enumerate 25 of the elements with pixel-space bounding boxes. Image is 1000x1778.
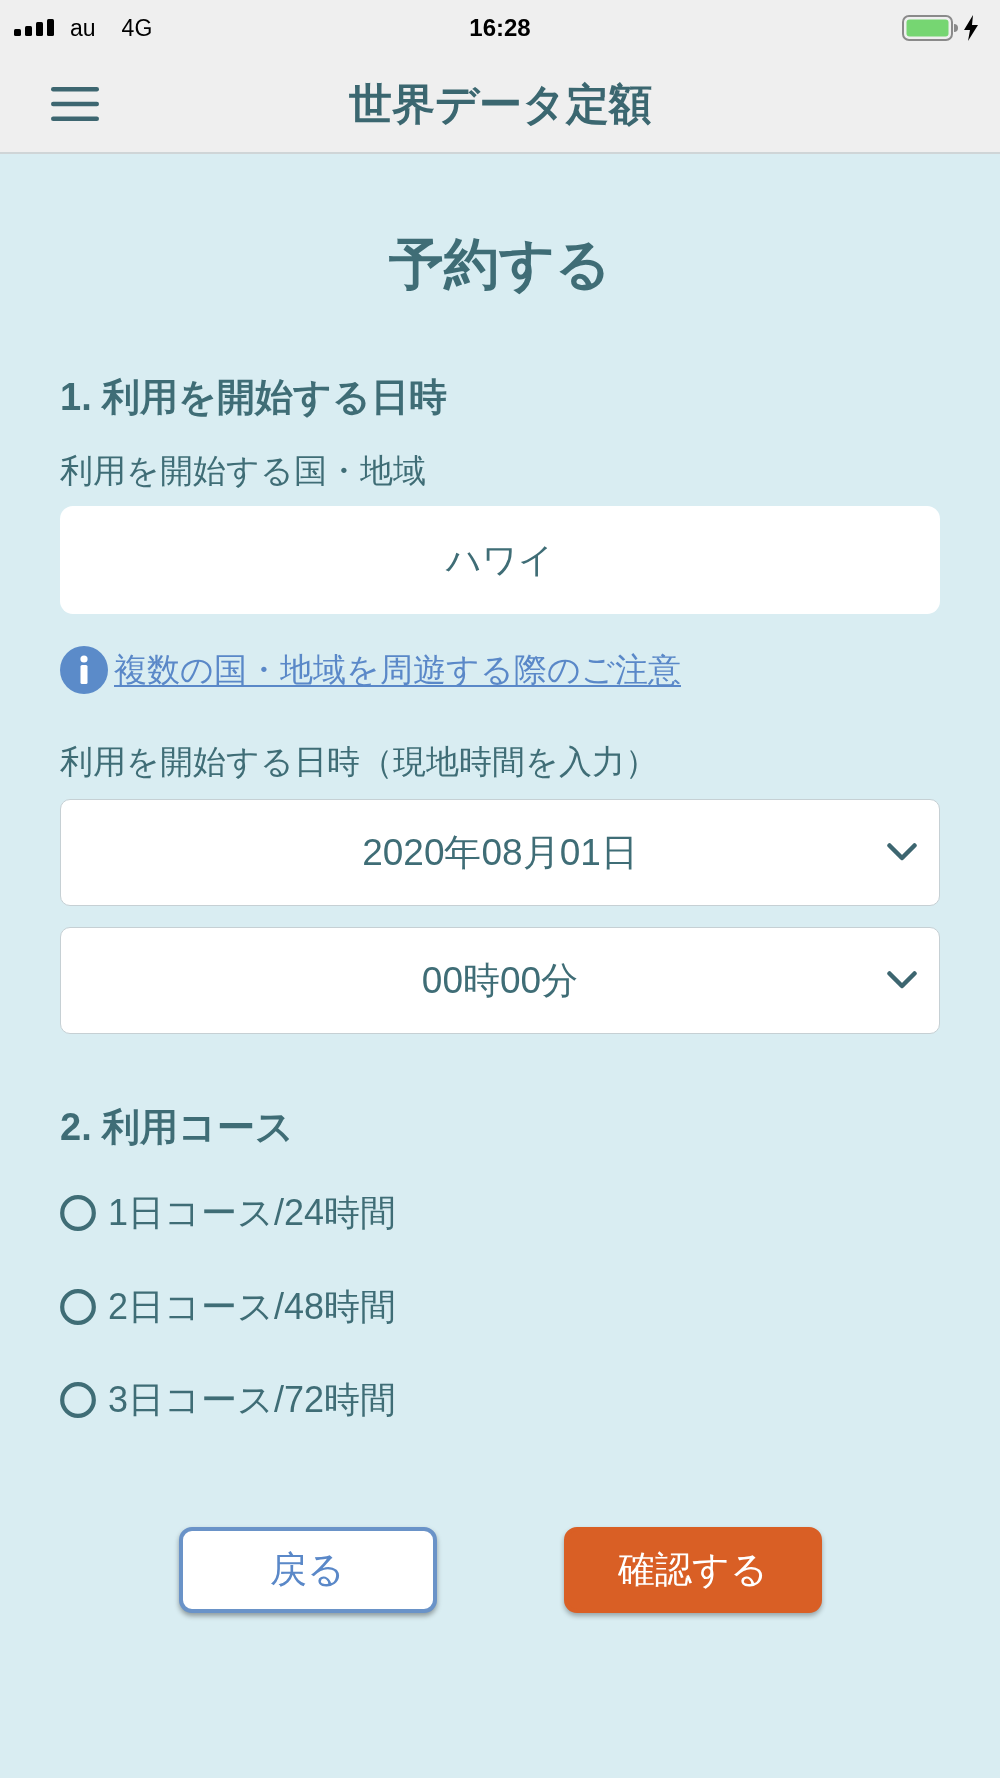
carrier-name: au bbox=[70, 13, 96, 42]
field-label: 利用を開始する国・地域 bbox=[60, 453, 427, 489]
battery-icon bbox=[902, 14, 958, 41]
network-type: 4G bbox=[121, 13, 153, 42]
menu-icon[interactable] bbox=[51, 86, 99, 121]
time-select[interactable]: 00時00分 bbox=[60, 927, 940, 1034]
confirm-button[interactable]: 確認する bbox=[563, 1527, 822, 1613]
app-title: 世界データ定額 bbox=[348, 78, 652, 129]
page-title: 予約する bbox=[388, 234, 612, 294]
course-option[interactable]: 3日コース/72時間 bbox=[60, 1380, 397, 1420]
charging-bolt-icon bbox=[964, 14, 978, 41]
status-time: 16:28 bbox=[469, 13, 531, 42]
country-field[interactable]: ハワイ bbox=[60, 506, 940, 614]
notice-link[interactable]: 複数の国・地域を周遊する際のご注意 bbox=[114, 650, 681, 690]
info-icon bbox=[60, 646, 108, 694]
back-button[interactable]: 戻る bbox=[178, 1527, 437, 1613]
section-heading: 1. 利用を開始する日時 bbox=[60, 377, 449, 417]
chevron-down-icon bbox=[887, 843, 917, 861]
chevron-down-icon bbox=[887, 971, 917, 989]
course-option[interactable]: 2日コース/48時間 bbox=[60, 1287, 397, 1327]
course-option[interactable]: 1日コース/24時間 bbox=[60, 1193, 397, 1233]
field-label: 利用を開始する日時（現地時間を入力） bbox=[60, 744, 659, 780]
signal-icon bbox=[14, 19, 54, 36]
section-heading: 2. 利用コース bbox=[60, 1107, 296, 1147]
date-select[interactable]: 2020年08月01日 bbox=[60, 799, 940, 906]
